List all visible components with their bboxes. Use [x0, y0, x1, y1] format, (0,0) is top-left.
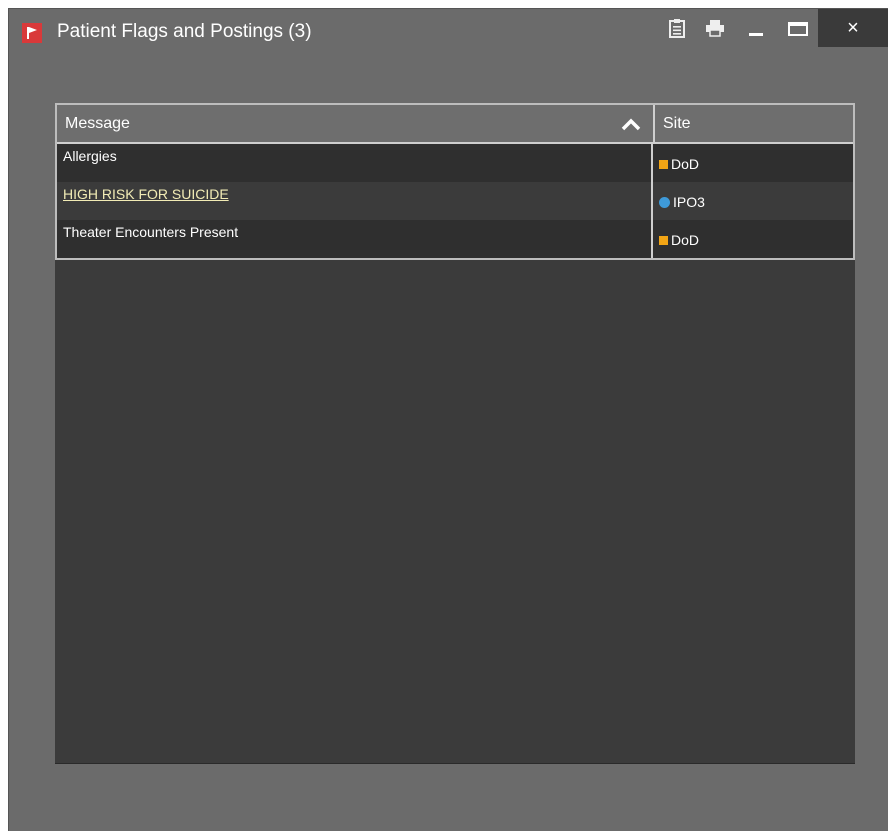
maximize-button[interactable]: [779, 9, 817, 47]
close-button[interactable]: ×: [818, 9, 888, 47]
flag-icon: [22, 23, 42, 43]
table-row[interactable]: Allergies DoD: [57, 144, 853, 182]
message-cell: HIGH RISK FOR SUICIDE: [57, 182, 653, 220]
minimize-icon: [749, 33, 763, 36]
message-text: Allergies: [63, 148, 117, 164]
site-cell: DoD: [653, 220, 853, 258]
column-header-message-label: Message: [65, 114, 130, 132]
site-text: DoD: [671, 232, 700, 248]
flags-grid: Message Site Allergies DoD HIGH RISK FOR…: [55, 103, 855, 764]
table-header: Message Site: [57, 105, 853, 144]
minimize-button[interactable]: [739, 9, 773, 47]
site-square-icon: [659, 235, 668, 245]
print-button[interactable]: [697, 9, 733, 47]
site-cell: IPO3: [653, 182, 853, 220]
message-cell: Theater Encounters Present: [57, 220, 653, 258]
column-header-message[interactable]: Message: [57, 105, 655, 142]
flags-table: Message Site Allergies DoD HIGH RISK FOR…: [55, 103, 855, 260]
clipboard-icon: [669, 19, 685, 38]
maximize-icon: [788, 22, 808, 36]
site-cell: DoD: [653, 144, 853, 182]
close-icon: ×: [847, 16, 859, 39]
title-bar: Patient Flags and Postings (3) ×: [9, 9, 888, 55]
column-header-site[interactable]: Site: [655, 105, 853, 142]
patient-flags-window: Patient Flags and Postings (3) × Message…: [8, 8, 888, 831]
message-cell: Allergies: [57, 144, 653, 182]
chevron-up-icon[interactable]: [619, 114, 643, 134]
printer-icon: [706, 20, 724, 37]
site-text: DoD: [671, 156, 700, 172]
table-row[interactable]: HIGH RISK FOR SUICIDE IPO3: [57, 182, 853, 220]
column-header-site-label: Site: [663, 114, 691, 132]
window-title: Patient Flags and Postings (3): [57, 21, 312, 42]
message-text: Theater Encounters Present: [63, 224, 239, 240]
clipboard-button[interactable]: [659, 9, 695, 47]
site-square-icon: [659, 159, 668, 169]
message-link[interactable]: HIGH RISK FOR SUICIDE: [63, 186, 229, 202]
table-row[interactable]: Theater Encounters Present DoD: [57, 220, 853, 258]
site-text: IPO3: [673, 194, 705, 210]
site-circle-icon: [659, 196, 670, 208]
